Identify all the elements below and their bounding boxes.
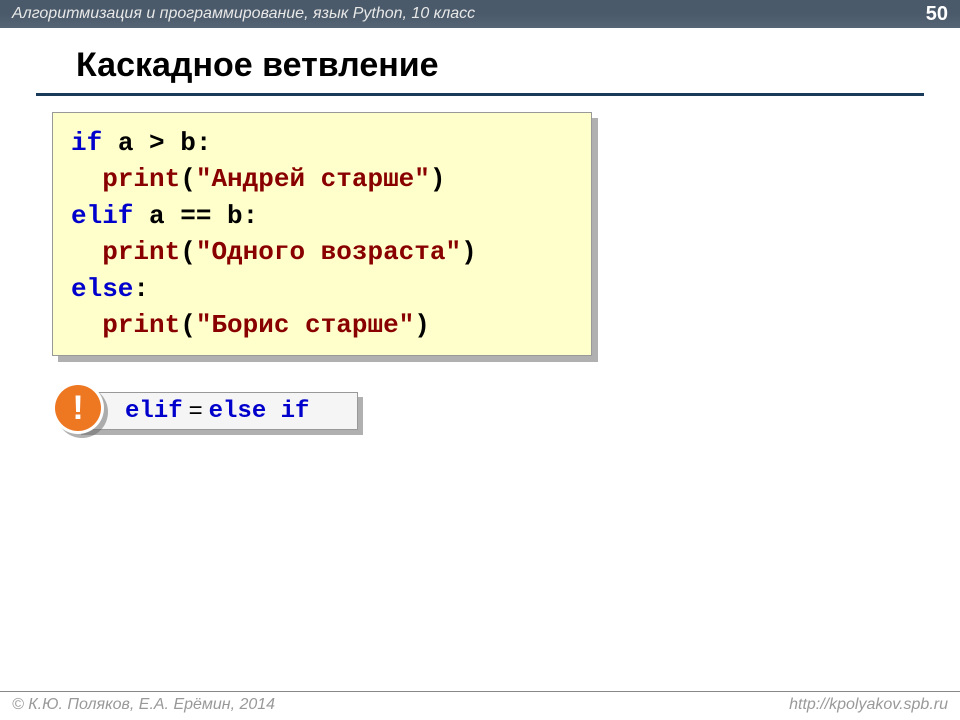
header-title: Алгоритмизация и программирование, язык … <box>12 5 475 23</box>
string-literal: "Одного возраста" <box>196 237 461 267</box>
note-else: else <box>209 398 267 425</box>
code-text: a == b: <box>133 201 258 231</box>
code-line-6: print("Борис старше") <box>71 307 573 343</box>
keyword-if: if <box>71 128 102 158</box>
fn-print: print <box>102 164 180 194</box>
fn-print: print <box>102 310 180 340</box>
code-text: a > b: <box>102 128 211 158</box>
header-bar: Алгоритмизация и программирование, язык … <box>0 0 960 28</box>
code-line-3: elif a == b: <box>71 198 573 234</box>
string-literal: "Андрей старше" <box>196 164 430 194</box>
paren: ( <box>180 237 196 267</box>
paren: ) <box>430 164 446 194</box>
code-content: if a > b: print("Андрей старше") elif a … <box>52 112 592 356</box>
exclamation-badge: ! <box>52 382 106 436</box>
keyword-else: else <box>71 274 133 304</box>
code-line-2: print("Андрей старше") <box>71 161 573 197</box>
footer-url: http://kpolyakov.spb.ru <box>789 696 948 714</box>
note-content: elif = else if <box>76 392 358 430</box>
slide-title: Каскадное ветвление <box>36 28 924 96</box>
page-number: 50 <box>926 3 948 26</box>
code-text: : <box>133 274 149 304</box>
note-if: if <box>281 398 310 425</box>
code-line-5: else: <box>71 271 573 307</box>
string-literal: "Борис старше" <box>196 310 414 340</box>
code-block: if a > b: print("Андрей старше") elif a … <box>52 112 592 356</box>
paren: ) <box>414 310 430 340</box>
footer-copyright: © К.Ю. Поляков, Е.А. Ерёмин, 2014 <box>12 696 275 714</box>
paren: ) <box>461 237 477 267</box>
paren: ( <box>180 310 196 340</box>
paren: ( <box>180 164 196 194</box>
note-equals: = <box>189 397 203 425</box>
code-line-4: print("Одного возраста") <box>71 234 573 270</box>
keyword-elif: elif <box>71 201 133 231</box>
note-box: ! elif = else if <box>76 392 358 430</box>
footer: © К.Ю. Поляков, Е.А. Ерёмин, 2014 http:/… <box>0 691 960 720</box>
code-line-1: if a > b: <box>71 125 573 161</box>
note-elif: elif <box>125 398 183 425</box>
fn-print: print <box>102 237 180 267</box>
